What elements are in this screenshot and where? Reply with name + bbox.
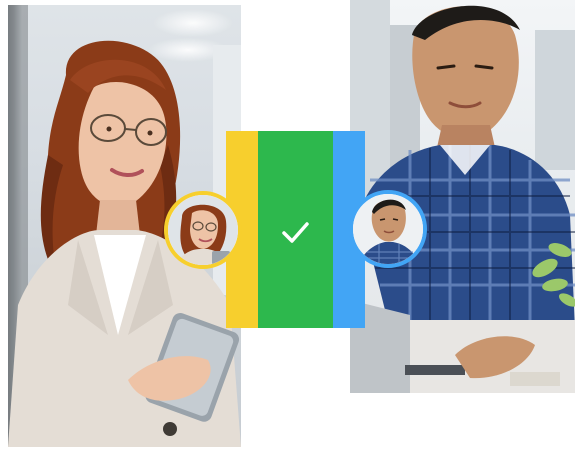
avatar-man	[349, 190, 427, 268]
check-icon	[282, 222, 309, 243]
avatar-woman	[164, 191, 242, 269]
